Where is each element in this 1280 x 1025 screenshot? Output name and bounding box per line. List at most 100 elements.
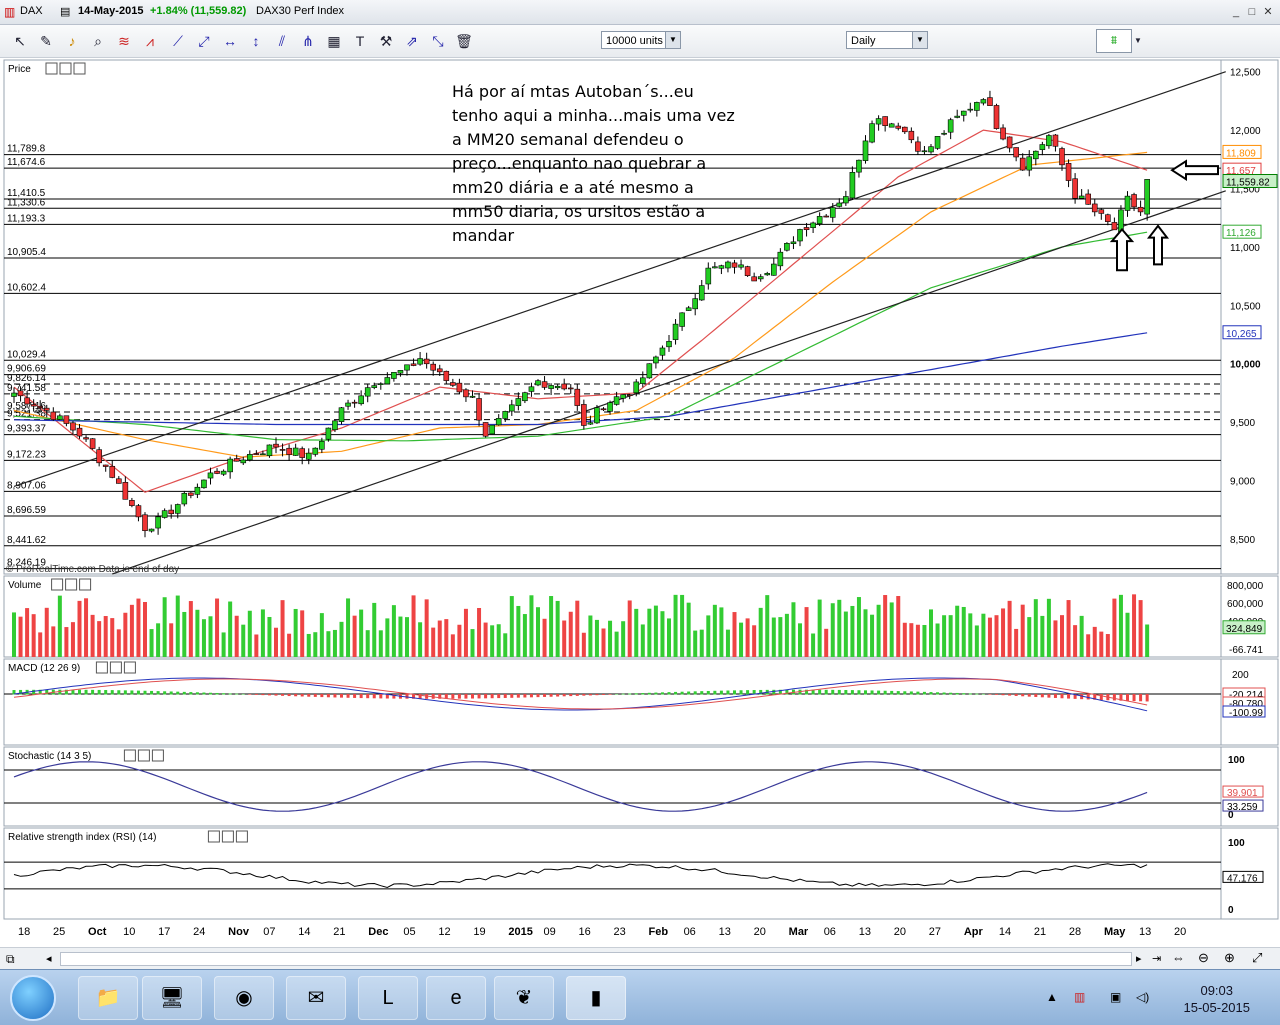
volume-bar bbox=[188, 601, 193, 657]
scroll-end-icon[interactable]: ⇥ bbox=[1152, 952, 1161, 965]
chart-style-icon[interactable]: ⩩ bbox=[1096, 29, 1132, 53]
candle bbox=[567, 387, 574, 390]
arrows-icon[interactable]: ⇗ bbox=[402, 31, 422, 51]
candle bbox=[129, 500, 135, 506]
pitchfork-icon[interactable]: ⋔ bbox=[298, 31, 318, 51]
macd-histogram-bar bbox=[857, 690, 861, 695]
bell-icon[interactable]: ♪ bbox=[62, 31, 82, 51]
volume-bar bbox=[247, 610, 252, 657]
macd-histogram-bar bbox=[104, 690, 108, 695]
panel-maximize-icon[interactable] bbox=[137, 749, 150, 762]
channel-icon[interactable]: ⫽ bbox=[272, 31, 292, 51]
chrome-icon[interactable]: ◉ bbox=[214, 976, 274, 1020]
candle bbox=[901, 126, 908, 133]
volume-bar bbox=[51, 626, 56, 657]
macd-histogram-bar bbox=[1126, 694, 1129, 701]
chart-scrollbar[interactable]: ⧉ ◂ ▸ ⇥ ⇔ ⊖ ⊕ ⤢ bbox=[0, 947, 1280, 970]
units-select[interactable]: 10000 units ▼ bbox=[601, 31, 681, 49]
fibonacci-icon[interactable]: ≋ bbox=[114, 31, 134, 51]
macd-histogram-bar bbox=[1112, 694, 1116, 701]
expand-icon[interactable]: ⤢ bbox=[1252, 950, 1262, 966]
zoom-in-icon[interactable]: ⊕ bbox=[1224, 950, 1235, 966]
ray-icon[interactable]: ⤢ bbox=[194, 31, 214, 51]
panel-close-icon[interactable] bbox=[123, 661, 136, 674]
candle bbox=[659, 347, 666, 356]
volume-bar bbox=[653, 605, 658, 657]
tray-network-icon[interactable]: ▣ bbox=[1110, 990, 1121, 1004]
volume-bar bbox=[1046, 598, 1051, 657]
start-button[interactable] bbox=[10, 975, 56, 1021]
price-marker-label: 11,809 bbox=[1226, 148, 1256, 159]
maximize-icon[interactable]: □ bbox=[1246, 6, 1258, 18]
volume-bar bbox=[778, 617, 783, 657]
app-icon[interactable]: ❦ bbox=[494, 976, 554, 1020]
panel-close-icon[interactable] bbox=[73, 62, 86, 75]
ie-icon[interactable]: e bbox=[426, 976, 486, 1020]
chart-app-icon[interactable]: ▮ bbox=[566, 976, 626, 1020]
panel-maximize-icon[interactable] bbox=[221, 830, 234, 843]
period-select[interactable]: Daily ▼ bbox=[846, 31, 928, 49]
gann-icon[interactable]: ▦ bbox=[324, 31, 344, 51]
x-tick-label: 13 bbox=[719, 926, 731, 938]
horizontal-line-icon[interactable]: ↔ bbox=[220, 31, 240, 51]
minimize-icon[interactable]: _ bbox=[1230, 6, 1242, 18]
zigzag-icon[interactable]: ⩘ bbox=[140, 31, 160, 51]
window-titlebar: ▥ DAX ▤ 14-May-2015 +1.84% (11,559.82) D… bbox=[0, 0, 1280, 25]
vertical-line-icon[interactable]: ↕ bbox=[246, 31, 266, 51]
zoom-icon[interactable]: ⌕ bbox=[88, 31, 108, 51]
chevron-down-icon[interactable]: ▼ bbox=[1132, 31, 1144, 51]
macd-histogram-bar bbox=[831, 689, 835, 695]
candle bbox=[626, 394, 633, 396]
cursor-icon[interactable]: ↖ bbox=[10, 31, 30, 51]
explorer-icon[interactable]: 📁 bbox=[78, 976, 138, 1020]
candle bbox=[1078, 195, 1085, 199]
close-icon[interactable]: ✕ bbox=[1262, 6, 1274, 18]
tools-icon[interactable]: ⚒ bbox=[376, 31, 396, 51]
panel-close-icon[interactable] bbox=[151, 749, 164, 762]
lync-icon[interactable]: L bbox=[358, 976, 418, 1020]
candle bbox=[24, 397, 30, 405]
candle bbox=[698, 285, 705, 301]
scroll-right-icon[interactable]: ▸ bbox=[1136, 952, 1142, 965]
volume-marker-label: -66.741 bbox=[1229, 645, 1263, 656]
outlook-icon[interactable]: ✉ bbox=[286, 976, 346, 1020]
fit-icon[interactable]: ⇔ bbox=[1172, 950, 1185, 965]
trash-icon[interactable]: 🗑 bbox=[454, 31, 474, 51]
trendline-icon[interactable]: ⟋ bbox=[168, 31, 188, 51]
candle bbox=[1052, 134, 1059, 147]
panel-maximize-icon[interactable] bbox=[109, 661, 122, 674]
volume-bar bbox=[588, 615, 593, 657]
candle bbox=[351, 401, 358, 404]
tray-chart-icon[interactable]: ▥ bbox=[1074, 990, 1085, 1004]
candle bbox=[508, 404, 515, 412]
pencil-icon[interactable]: ✎ bbox=[36, 31, 56, 51]
scroll-left-icon[interactable]: ◂ bbox=[46, 952, 52, 965]
text-icon[interactable]: T bbox=[350, 31, 370, 51]
tray-sound-icon[interactable]: ◁) bbox=[1136, 990, 1149, 1004]
volume-bar bbox=[798, 623, 802, 657]
panel-settings-icon[interactable] bbox=[45, 62, 58, 75]
volume-bar bbox=[103, 616, 108, 657]
terminal-icon[interactable]: 🖥 bbox=[142, 976, 202, 1020]
zoom-out-icon[interactable]: ⊖ bbox=[1198, 950, 1209, 966]
tray-expand-icon[interactable]: ▲ bbox=[1046, 990, 1058, 1004]
volume-bar bbox=[817, 599, 822, 657]
arrows-icon[interactable]: ⤡ bbox=[428, 31, 448, 51]
candle bbox=[751, 276, 757, 282]
scroll-track[interactable] bbox=[60, 952, 1132, 966]
x-tick-label: 10 bbox=[123, 926, 135, 938]
panel-settings-icon[interactable] bbox=[95, 661, 108, 674]
system-clock[interactable]: 09:03 15-05-2015 bbox=[1184, 982, 1251, 1016]
volume-bar bbox=[424, 599, 429, 657]
chart-nav-icon[interactable]: ⧉ bbox=[6, 952, 15, 967]
panel-maximize-icon[interactable] bbox=[65, 578, 78, 591]
candle bbox=[1098, 209, 1105, 214]
panel-maximize-icon[interactable] bbox=[59, 62, 72, 75]
panel-close-icon[interactable] bbox=[79, 578, 92, 591]
panel-settings-icon[interactable] bbox=[123, 749, 136, 762]
panel-settings-icon[interactable] bbox=[51, 578, 64, 591]
volume-bar bbox=[313, 632, 318, 657]
panel-close-icon[interactable] bbox=[235, 830, 248, 843]
panel-settings-icon[interactable] bbox=[207, 830, 220, 843]
macd-histogram-bar bbox=[1040, 694, 1044, 698]
